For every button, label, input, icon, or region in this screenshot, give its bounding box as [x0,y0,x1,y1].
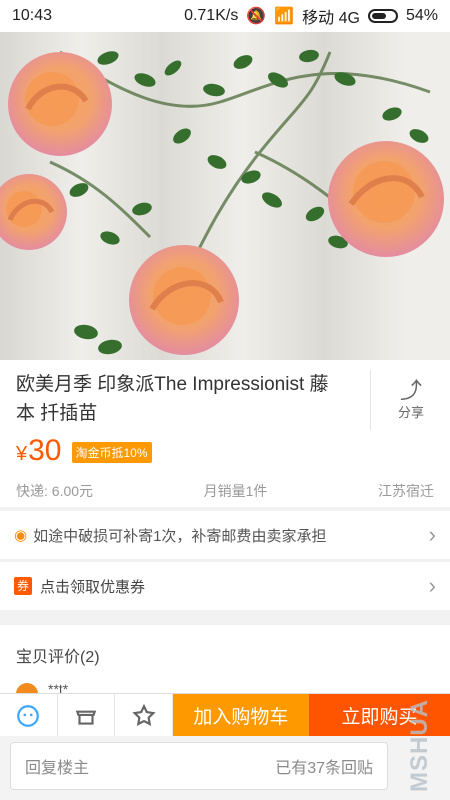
status-time: 10:43 [12,7,53,24]
store-button[interactable] [58,694,116,737]
price-value: 30 [28,434,62,467]
coupon-icon: 券 [14,577,32,595]
coupon-text: 点击领取优惠券 [40,578,146,596]
reply-input[interactable]: 回复楼主 已有37条回贴 [10,742,388,790]
shipping-guarantee-text: 如途中破损可补寄1次，补寄邮费由卖家承担 [33,527,327,545]
watermark-logo: MSHUA [406,699,433,792]
customer-service-button[interactable] [0,694,58,737]
product-price: ¥30 [16,434,62,471]
favorite-button[interactable] [115,694,173,737]
mute-icon: 🔕 [246,8,267,25]
chat-icon [17,704,40,727]
battery-icon [367,9,398,23]
chevron-right-icon: › [428,573,436,598]
share-button[interactable]: ⤴ 分享 [370,370,450,430]
product-image-carousel[interactable] [0,32,450,360]
chevron-right-icon: › [428,522,436,547]
network-speed: 0.71K/s [184,7,239,24]
wifi-icon: 📶 [274,8,295,25]
battery-level: 54% [405,7,438,24]
price-row: ¥30 淘金币抵10% [16,434,152,471]
monthly-sales: 月销量1件 [203,483,268,499]
rose-image [0,49,444,355]
reviews-section: 宝贝评价(2) **t* [0,625,450,705]
star-icon [131,703,156,726]
check-circle-icon: ◉ [14,527,28,544]
share-icon: ⤴ [399,377,422,403]
reply-count: 已有37条回贴 [275,760,373,777]
reviews-title: 宝贝评价(2) [16,649,100,666]
currency-symbol: ¥ [16,443,28,465]
reply-placeholder: 回复楼主 [25,760,90,777]
product-summary: 欧美月季 印象派The Impressionist 藤本 扦插苗 ⤴ 分享 ¥3… [0,360,450,507]
add-to-cart-button[interactable]: 加入购物车 [172,694,309,737]
share-label: 分享 [397,404,424,420]
network-label: 移动 4G [302,10,360,27]
shipping-fee: 快递: 6.00元 [16,483,94,499]
shipping-location: 江苏宿迁 [377,483,434,499]
product-title: 欧美月季 印象派The Impressionist 藤本 扦插苗 [16,374,329,424]
product-meta: 快递: 6.00元 月销量1件 江苏宿迁 [16,481,434,501]
store-icon [75,710,97,725]
coupon-row[interactable]: 券 点击领取优惠券 › [0,562,450,610]
status-bar: 10:43 0.71K/s 🔕 📶 移动 4G 54% [0,0,450,32]
add-to-cart-label: 加入购物车 [193,707,289,728]
shipping-guarantee-row[interactable]: ◉ 如途中破损可补寄1次，补寄邮费由卖家承担 › [0,511,450,559]
reply-bar: 回复楼主 已有37条回贴 [0,736,450,800]
taobao-coin-badge: 淘金币抵10% [71,442,152,463]
bottom-toolbar: 加入购物车 立即购买 [0,693,450,737]
status-indicators: 0.71K/s 🔕 📶 移动 4G 54% [184,4,438,28]
